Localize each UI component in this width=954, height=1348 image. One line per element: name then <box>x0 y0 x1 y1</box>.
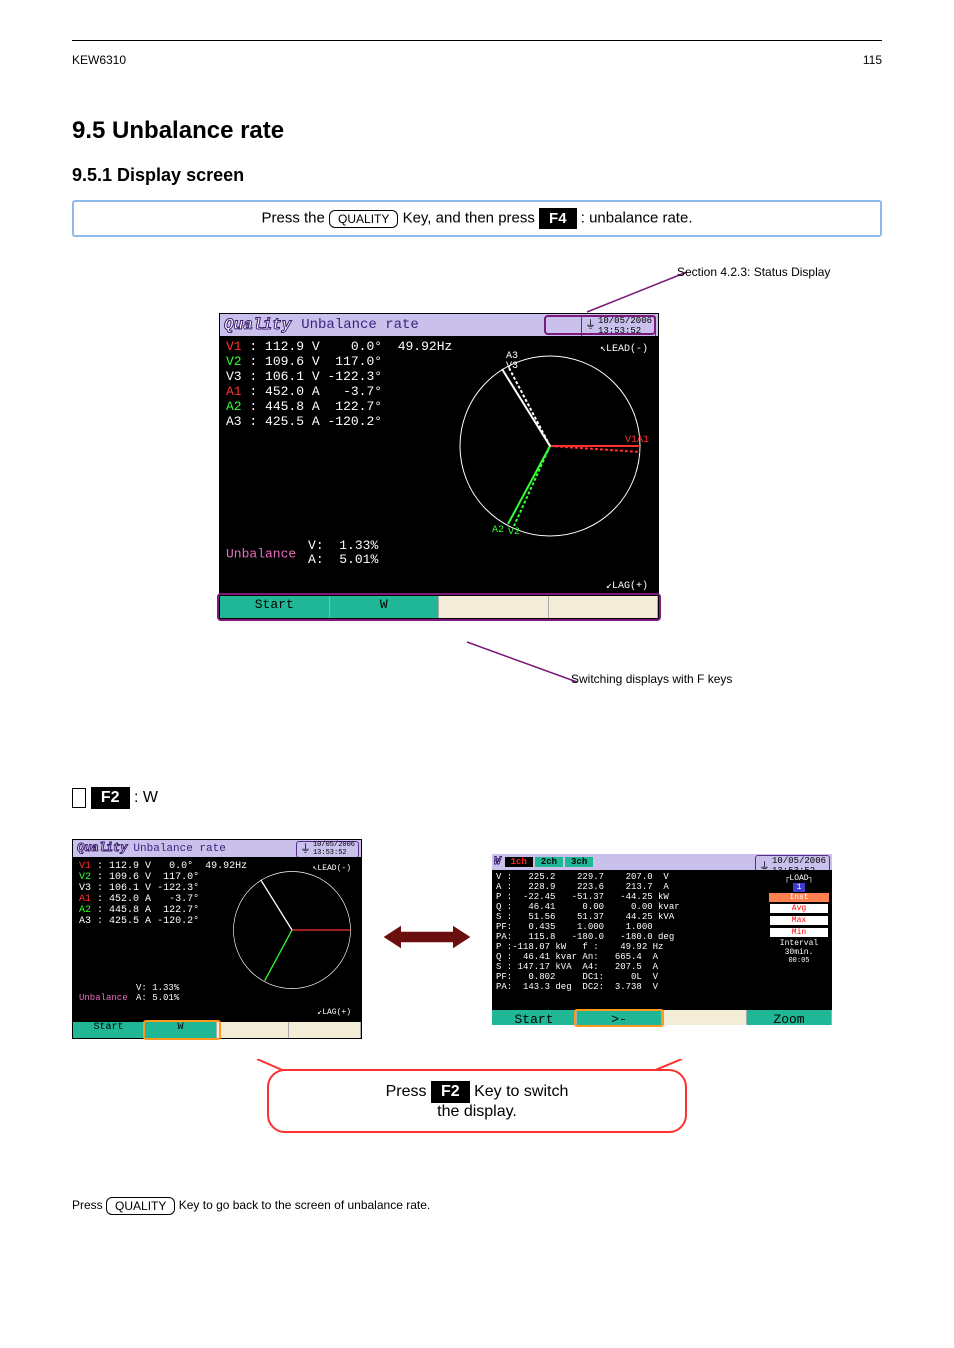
svg-text:V3: V3 <box>506 361 518 372</box>
vector-diagram: V1A1 V2 A2 V3 A3 <box>450 346 650 546</box>
tab-1ch[interactable]: 1ch <box>505 857 533 867</box>
w-side-panel: ┌LOAD┐ 1 Inst Avg Max Min Interval 30min… <box>769 874 829 965</box>
w-button[interactable]: W <box>330 596 440 618</box>
plug-icon: ⏚ <box>585 320 596 333</box>
start-button[interactable]: Start <box>220 596 330 618</box>
svg-text:A3: A3 <box>506 351 518 362</box>
svg-text:A2: A2 <box>492 525 504 536</box>
f2-key-callout: F2 <box>431 1081 470 1103</box>
tab-2ch[interactable]: 2ch <box>535 857 563 867</box>
tab-3ch[interactable]: 3ch <box>565 857 593 867</box>
callout-box: Press F2 Key to switch the display. <box>267 1069 687 1133</box>
fbtn-blank1 <box>439 596 549 618</box>
section-heading: 9.5 Unbalance rate <box>72 117 882 145</box>
f2-heading: F2 : W <box>72 789 158 806</box>
annot-fkey-arrow <box>457 637 587 690</box>
bidirectional-arrow <box>382 924 472 955</box>
device-titlebar: Quality Unbalance rate ⏚ 10/05/200613:53… <box>220 314 658 336</box>
inst-button[interactable]: Inst <box>769 893 829 902</box>
device-body: V1 : 112.9 V 0.0° 49.92Hz V2 : 109.6 V 1… <box>220 336 658 596</box>
unbalance-values: Unbalance V: 1.33% A: 5.01% <box>226 539 378 569</box>
w-button-small[interactable]: W <box>145 1022 217 1038</box>
page-number: 115 <box>863 53 882 67</box>
device-screen-large: Quality Unbalance rate ⏚ 10/05/200613:53… <box>219 313 659 619</box>
f4-key: F4 <box>539 208 577 229</box>
avg-button[interactable]: Avg <box>769 903 829 914</box>
svg-text:V2: V2 <box>508 527 520 538</box>
max-button[interactable]: Max <box>769 915 829 926</box>
f2-key: F2 <box>91 787 130 809</box>
footnote: Press QUALITY Key to go back to the scre… <box>72 1197 882 1215</box>
annot-status: Section 4.2.3: Status Display <box>677 265 830 279</box>
fbtn-blank2 <box>549 596 659 618</box>
device-function-bar: Start W <box>220 596 658 618</box>
w-start-button[interactable]: Start <box>492 1010 577 1025</box>
lag-label: ↙LAG(+) <box>606 581 648 593</box>
svg-text:V1A1: V1A1 <box>625 435 649 446</box>
subsection-heading: 9.5.1 Display screen <box>72 165 882 186</box>
device-screen-small-right: W 1ch 2ch 3ch ⏚10/05/200613:53:52 V : 22… <box>492 854 832 1025</box>
vector-button[interactable]: >- <box>577 1010 662 1025</box>
zoom-button[interactable]: Zoom <box>747 1010 832 1025</box>
quality-logo: Quality <box>224 316 291 334</box>
device-screen-small-left: Quality Unbalance rate ⏚10/05/200613:53:… <box>72 839 362 1039</box>
clock-box: ⏚ 10/05/200613:53:52 <box>581 315 656 338</box>
quality-key-foot: QUALITY <box>106 1197 175 1215</box>
annot-fkey: Switching displays with F keys <box>571 672 732 686</box>
min-button[interactable]: Min <box>769 927 829 938</box>
doc-title: KEW6310 <box>72 53 126 67</box>
start-button-small[interactable]: Start <box>73 1022 145 1038</box>
instruction-box: Press the QUALITY Key, and then press F4… <box>72 200 882 237</box>
quality-key: QUALITY <box>329 210 398 228</box>
screen-title: Unbalance rate <box>301 317 419 333</box>
